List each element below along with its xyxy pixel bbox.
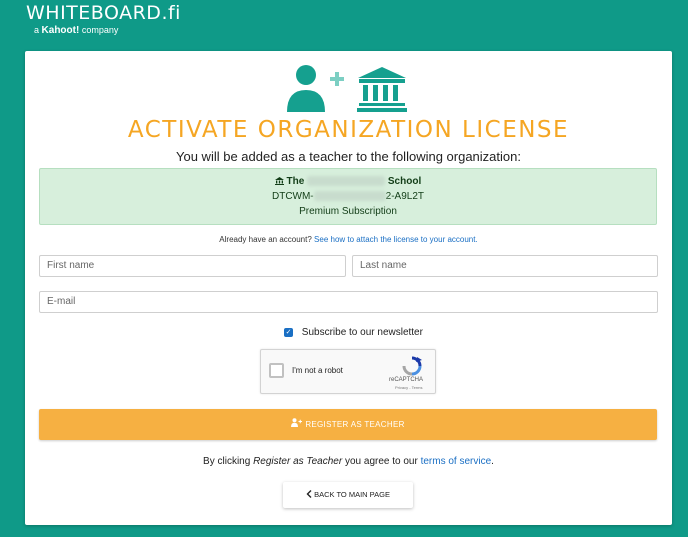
header-icons bbox=[287, 65, 407, 112]
tagline-suffix: company bbox=[81, 25, 119, 35]
first-name-field[interactable]: First name bbox=[39, 255, 346, 277]
back-to-main-page-button[interactable]: BACK TO MAIN PAGE bbox=[283, 482, 413, 508]
last-name-field[interactable]: Last name bbox=[352, 255, 658, 277]
organization-name-prefix: The bbox=[286, 176, 305, 187]
redacted-code bbox=[313, 191, 386, 202]
redacted-name bbox=[307, 176, 386, 187]
recaptcha-brand: reCAPTCHA bbox=[389, 377, 424, 383]
register-button-label: REGISTER AS TEACHER bbox=[305, 420, 405, 429]
page-subtitle: You will be added as a teacher to the fo… bbox=[176, 149, 521, 164]
back-button-label: BACK TO MAIN PAGE bbox=[314, 490, 390, 499]
recaptcha-logo-icon bbox=[402, 356, 422, 376]
newsletter-option[interactable]: ✓ Subscribe to our newsletter bbox=[284, 327, 423, 338]
registration-card: ACTIVATE ORGANIZATION LICENSE You will b… bbox=[25, 51, 672, 525]
attach-license-link[interactable]: See how to attach the license to your ac… bbox=[314, 235, 478, 244]
recaptcha-widget: I'm not a robot reCAPTCHA Privacy - Term… bbox=[260, 349, 436, 394]
checkbox-checked-icon[interactable]: ✓ bbox=[284, 327, 293, 337]
user-plus-icon bbox=[291, 409, 303, 440]
kahoot-tagline: a Kahoot! company bbox=[34, 25, 118, 36]
recaptcha-links[interactable]: Privacy - Terms bbox=[395, 385, 422, 390]
code-suffix: 2-A9L2T bbox=[385, 191, 424, 202]
have-account-line: Already have an account? See how to atta… bbox=[25, 235, 672, 244]
terms-of-service-link[interactable]: terms of service bbox=[421, 456, 492, 467]
terms-suffix: . bbox=[491, 456, 494, 467]
whiteboard-logo[interactable]: WHITEBOARD.fi bbox=[26, 2, 181, 24]
tagline-prefix: a bbox=[34, 25, 40, 35]
recaptcha-label: I'm not a robot bbox=[292, 366, 343, 375]
organization-code: DTCWM- 2-A9L2T bbox=[40, 191, 656, 202]
email-field[interactable]: E-mail bbox=[39, 291, 658, 313]
terms-middle: you agree to our bbox=[344, 456, 418, 467]
kahoot-brand: Kahoot! bbox=[41, 25, 80, 36]
organization-name-suffix: School bbox=[387, 176, 422, 187]
page-title: ACTIVATE ORGANIZATION LICENSE bbox=[127, 117, 570, 143]
bank-icon bbox=[274, 176, 287, 187]
newsletter-label: Subscribe to our newsletter bbox=[301, 327, 423, 338]
terms-button-ref: Register as Teacher bbox=[253, 456, 343, 467]
subscription-type: Premium Subscription bbox=[299, 206, 397, 217]
top-bar: WHITEBOARD.fi a Kahoot! company bbox=[0, 0, 688, 46]
have-account-text: Already have an account? bbox=[219, 235, 312, 244]
add-user-icon bbox=[287, 65, 344, 112]
organization-name: The School bbox=[40, 176, 656, 187]
recaptcha-checkbox[interactable] bbox=[269, 363, 284, 378]
terms-prefix: By clicking bbox=[203, 456, 251, 467]
terms-line: By clicking Register as Teacher you agre… bbox=[25, 456, 672, 467]
code-prefix: DTCWM- bbox=[271, 191, 314, 202]
chevron-left-icon bbox=[306, 490, 314, 499]
register-as-teacher-button[interactable]: REGISTER AS TEACHER bbox=[39, 409, 657, 440]
institution-icon bbox=[357, 67, 407, 112]
organization-box: The School DTCWM- 2-A9L2T Premium Subscri… bbox=[39, 168, 657, 225]
